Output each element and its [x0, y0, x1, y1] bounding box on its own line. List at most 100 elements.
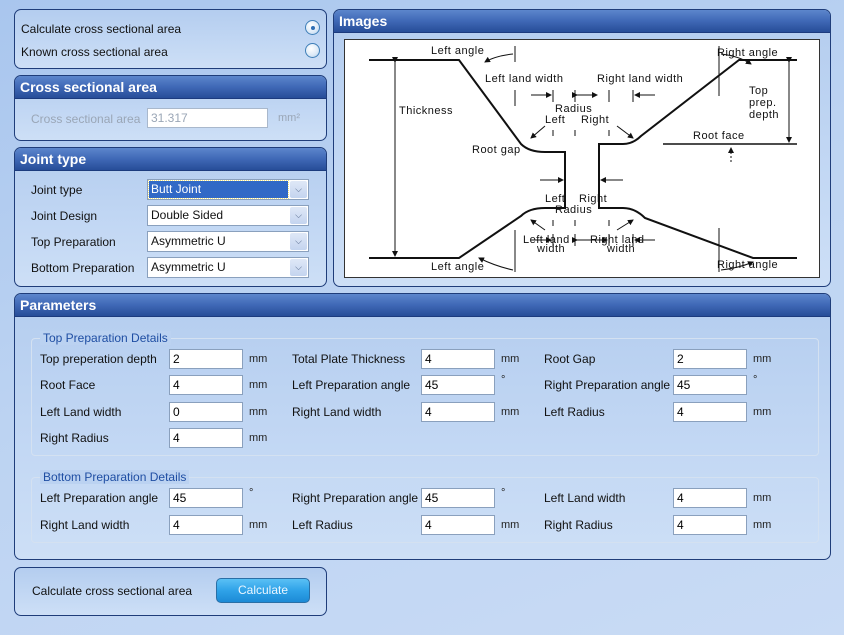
- radio-known[interactable]: [305, 43, 320, 58]
- bottom-left-land-width-label: Left Land width: [544, 491, 626, 505]
- calculate-label: Calculate cross sectional area: [32, 584, 193, 598]
- bottom-left-prep-angle-unit: °: [249, 487, 254, 499]
- label-root-face: Root face: [693, 130, 745, 142]
- top-left-radius-label: Left Radius: [544, 405, 605, 419]
- top-left-radius-unit: mm: [753, 406, 772, 418]
- cross-section-title: Cross sectional area: [15, 76, 326, 99]
- label-left-top: Left: [545, 114, 565, 126]
- label-left-angle-bottom: Left angle: [431, 261, 484, 273]
- top-prep-depth-label: Top preperation depth: [40, 352, 157, 366]
- root-face-label: Root Face: [40, 378, 96, 392]
- bottom-right-radius-input[interactable]: 4: [673, 515, 747, 535]
- joint-type-title: Joint type: [15, 148, 326, 171]
- top-right-radius-input[interactable]: 4: [169, 428, 243, 448]
- top-preparation-select[interactable]: Asymmetric U ⌵: [147, 231, 309, 252]
- images-title: Images: [334, 10, 830, 33]
- top-right-land-width-input[interactable]: 4: [421, 402, 495, 422]
- root-gap-label: Root Gap: [544, 352, 596, 366]
- top-right-land-width-label: Right Land width: [292, 405, 382, 419]
- cross-section-panel: Cross sectional area Cross sectional are…: [14, 75, 327, 141]
- bottom-left-radius-input[interactable]: 4: [421, 515, 495, 535]
- label-root-gap: Root gap: [472, 144, 521, 156]
- parameters-panel: Parameters Top Preparation Details Top p…: [14, 293, 831, 560]
- bottom-left-radius-label: Left Radius: [292, 518, 353, 532]
- top-right-land-width-unit: mm: [501, 406, 520, 418]
- label-left-angle-top: Left angle: [431, 45, 484, 57]
- bottom-preparation-value: Asymmetric U: [151, 260, 226, 274]
- top-prep-depth-input[interactable]: 2: [169, 349, 243, 369]
- diagram-svg: Left angle Right angle Left land width R…: [369, 45, 797, 273]
- label-left-land-width-top: Left land width: [485, 73, 563, 85]
- label-top-prep-2: prep.: [749, 97, 777, 109]
- top-left-radius-input[interactable]: 4: [673, 402, 747, 422]
- label-radius-bottom: Radius: [555, 204, 592, 216]
- label-top-prep-3: depth: [749, 109, 779, 121]
- label-right-angle-top: Right angle: [717, 47, 778, 59]
- chevron-down-icon[interactable]: ⌵: [290, 207, 307, 224]
- label-right-land-width-top: Right land width: [597, 73, 683, 85]
- top-prep-depth-unit: mm: [249, 353, 268, 365]
- calculate-button[interactable]: Calculate: [216, 578, 310, 603]
- bottom-left-land-width-unit: mm: [753, 492, 772, 504]
- bottom-left-prep-angle-label: Left Preparation angle: [40, 491, 159, 505]
- label-right-angle-bottom: Right angle: [717, 259, 778, 271]
- top-right-prep-angle-unit: °: [753, 374, 758, 386]
- top-right-prep-angle-input[interactable]: 45: [673, 375, 747, 395]
- root-face-unit: mm: [249, 379, 268, 391]
- joint-design-label: Joint Design: [31, 209, 98, 223]
- chevron-down-icon[interactable]: ⌵: [290, 259, 307, 276]
- label-left-land-bottom-2: width: [536, 243, 565, 255]
- cross-section-input[interactable]: 31.317: [147, 108, 268, 128]
- mode-panel: Calculate cross sectional area Known cro…: [14, 9, 327, 69]
- joint-design-select[interactable]: Double Sided ⌵: [147, 205, 309, 226]
- chevron-down-icon[interactable]: ⌵: [290, 233, 307, 250]
- joint-design-value: Double Sided: [151, 208, 224, 222]
- cross-section-unit: mm²: [278, 112, 300, 124]
- top-left-prep-angle-label: Left Preparation angle: [292, 378, 411, 392]
- root-face-input[interactable]: 4: [169, 375, 243, 395]
- joint-type-select[interactable]: Butt Joint ⌵: [147, 179, 309, 200]
- bottom-preparation-label: Bottom Preparation: [31, 261, 135, 275]
- root-gap-input[interactable]: 2: [673, 349, 747, 369]
- top-right-radius-label: Right Radius: [40, 431, 109, 445]
- bottom-preparation-select[interactable]: Asymmetric U ⌵: [147, 257, 309, 278]
- label-right-top: Right: [581, 114, 609, 126]
- parameters-title: Parameters: [15, 294, 830, 317]
- total-plate-thickness-unit: mm: [501, 353, 520, 365]
- total-plate-thickness-label: Total Plate Thickness: [292, 352, 406, 366]
- top-left-land-width-label: Left Land width: [40, 405, 122, 419]
- bottom-right-prep-angle-input[interactable]: 45: [421, 488, 495, 508]
- radio-label-known: Known cross sectional area: [21, 45, 168, 59]
- bottom-right-land-width-input[interactable]: 4: [169, 515, 243, 535]
- bottom-right-land-width-label: Right Land width: [40, 518, 130, 532]
- weld-joint-diagram: Left angle Right angle Left land width R…: [344, 39, 820, 278]
- chevron-down-icon[interactable]: ⌵: [290, 181, 307, 198]
- cross-section-label: Cross sectional area: [31, 112, 141, 126]
- top-left-prep-angle-unit: °: [501, 374, 506, 386]
- label-top-prep-1: Top: [749, 85, 768, 97]
- top-preparation-group-title: Top Preparation Details: [40, 331, 171, 345]
- top-left-land-width-unit: mm: [249, 406, 268, 418]
- bottom-left-prep-angle-input[interactable]: 45: [169, 488, 243, 508]
- top-preparation-label: Top Preparation: [31, 235, 116, 249]
- images-panel: Images Left angle Right angle Left land …: [333, 9, 831, 287]
- root-gap-unit: mm: [753, 353, 772, 365]
- bottom-right-prep-angle-unit: °: [501, 487, 506, 499]
- total-plate-thickness-input[interactable]: 4: [421, 349, 495, 369]
- joint-type-value: Butt Joint: [148, 180, 289, 199]
- label-thickness: Thickness: [399, 105, 453, 117]
- plate-outline-left: [369, 59, 566, 259]
- radio-calculate[interactable]: [305, 20, 320, 35]
- label-right-land-bottom-2: width: [606, 243, 635, 255]
- top-left-prep-angle-input[interactable]: 45: [421, 375, 495, 395]
- radio-selected-dot-icon: [311, 26, 315, 30]
- top-preparation-value: Asymmetric U: [151, 234, 226, 248]
- bottom-right-radius-unit: mm: [753, 519, 772, 531]
- top-right-radius-unit: mm: [249, 432, 268, 444]
- bottom-right-prep-angle-label: Right Preparation angle: [292, 491, 419, 505]
- bottom-left-land-width-input[interactable]: 4: [673, 488, 747, 508]
- top-left-land-width-input[interactable]: 0: [169, 402, 243, 422]
- bottom-right-radius-label: Right Radius: [544, 518, 613, 532]
- bottom-left-radius-unit: mm: [501, 519, 520, 531]
- bottom-preparation-group-title: Bottom Preparation Details: [40, 470, 190, 484]
